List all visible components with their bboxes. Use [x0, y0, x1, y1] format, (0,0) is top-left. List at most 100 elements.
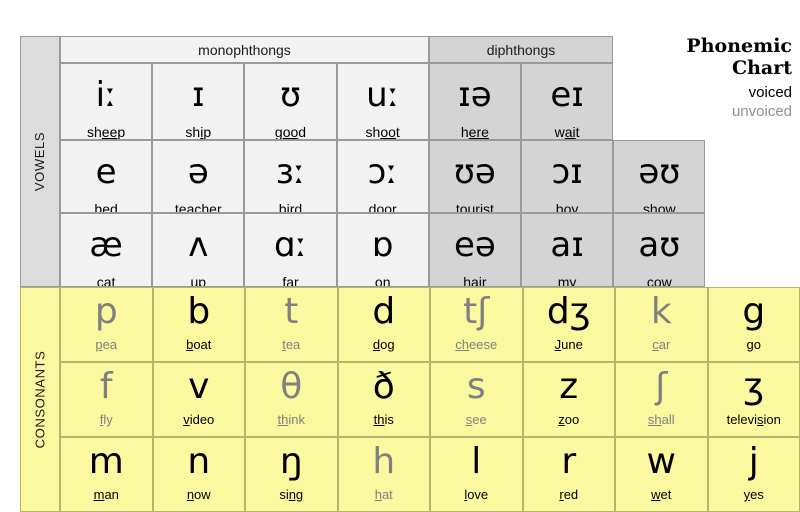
example-word: ship [185, 124, 212, 140]
diphthong-cell[interactable]: ɔɪ boy [521, 140, 614, 213]
phoneme-symbol: ʃ [655, 366, 668, 407]
monophthong-cell[interactable]: æ cat [60, 213, 153, 287]
diphthong-cell[interactable]: eɪ wait [521, 63, 614, 140]
example-word: shoot [365, 124, 400, 140]
monophthong-cell[interactable]: ɜː bird [244, 140, 337, 213]
consonant-cell[interactable]: l love [430, 437, 523, 512]
consonant-cell[interactable]: g go [707, 287, 800, 362]
example-word: good [274, 124, 307, 140]
diphthong-cell[interactable]: aɪ my [521, 213, 614, 287]
consonant-cell[interactable]: k car [615, 287, 708, 362]
consonant-cell[interactable]: n now [152, 437, 245, 512]
example-word: bird [278, 201, 303, 213]
consonant-cell[interactable]: m man [60, 437, 153, 512]
phoneme-symbol: z [559, 366, 579, 407]
phoneme-symbol: θ [280, 366, 303, 407]
phoneme-symbol: j [748, 441, 759, 482]
example-word: cat [96, 274, 116, 287]
diphthong-cell[interactable]: ʊə tourist [428, 140, 521, 213]
consonant-cell[interactable]: z zoo [522, 362, 615, 437]
section-label-vowels-text: VOWELS [32, 131, 48, 192]
phoneme-symbol: r [561, 441, 577, 482]
section-label-consonants: CONSONANTS [20, 287, 60, 512]
phoneme-symbol: ɒ [371, 225, 394, 265]
example-word: June [554, 337, 583, 352]
example-word: wet [651, 487, 672, 502]
example-word: zoo [558, 412, 580, 427]
phoneme-symbol: tʃ [463, 291, 490, 332]
phoneme-symbol: ə [187, 152, 209, 192]
group-header-diphthongs-text: diphthongs [486, 41, 556, 58]
phoneme-symbol: eɪ [550, 75, 584, 115]
phoneme-symbol: f [99, 366, 113, 407]
diphthong-cell[interactable]: aʊ cow [613, 213, 706, 287]
phoneme-symbol: iː [95, 75, 117, 115]
diphthong-cell[interactable]: ɪə here [428, 63, 521, 140]
example-word: video [183, 412, 215, 427]
legend-unvoiced: unvoiced [731, 103, 792, 121]
diphthong-cell[interactable]: eə hair [428, 213, 521, 287]
example-word: pea [95, 337, 118, 352]
example-word: sheep [87, 124, 126, 140]
example-word: bed [94, 201, 118, 213]
consonant-cell[interactable]: p pea [60, 287, 153, 362]
phonemic-chart: VOWELS CONSONANTS monophthongs diphthong… [0, 0, 800, 512]
monophthong-cell[interactable]: ɒ on [336, 213, 429, 287]
example-word: cow [646, 274, 672, 287]
consonant-cell[interactable]: f fly [60, 362, 153, 437]
monophthong-cell[interactable]: ʌ up [152, 213, 245, 287]
monophthong-cell[interactable]: ʊ good [244, 63, 337, 140]
consonant-cell[interactable]: j yes [707, 437, 800, 512]
consonant-cell[interactable]: ʒ television [707, 362, 800, 437]
phoneme-symbol: æ [89, 225, 123, 265]
section-label-vowels: VOWELS [20, 36, 60, 287]
consonant-cell[interactable]: dʒ June [522, 287, 615, 362]
consonant-cell[interactable]: w wet [615, 437, 708, 512]
example-word: yes [743, 487, 764, 502]
consonant-cell[interactable]: ð this [337, 362, 430, 437]
phoneme-symbol: ɔː [367, 152, 398, 192]
example-word: red [559, 487, 579, 502]
example-word: show [642, 201, 676, 213]
consonant-cell[interactable]: b boat [152, 287, 245, 362]
monophthong-cell[interactable]: e bed [60, 140, 153, 213]
monophthong-cell[interactable]: uː shoot [336, 63, 429, 140]
example-word: go [746, 337, 761, 352]
example-word: fly [99, 412, 113, 427]
monophthong-cell[interactable]: ɔː door [336, 140, 429, 213]
consonant-cell[interactable]: r red [522, 437, 615, 512]
phoneme-symbol: aɪ [550, 225, 584, 265]
example-word: cheese [455, 337, 498, 352]
consonant-cell[interactable]: tʃ cheese [430, 287, 523, 362]
example-word: tea [282, 337, 301, 352]
consonant-cell[interactable]: ʃ shall [615, 362, 708, 437]
phoneme-symbol: ɑː [273, 225, 307, 265]
group-header-monophthongs-text: monophthongs [198, 41, 291, 58]
example-word: think [277, 412, 305, 427]
phoneme-symbol: eə [453, 225, 496, 265]
phoneme-symbol: w [646, 441, 676, 482]
phoneme-symbol: t [284, 291, 299, 332]
consonant-cell[interactable]: t tea [245, 287, 338, 362]
consonant-cell[interactable]: h hat [337, 437, 430, 512]
consonant-cell[interactable]: v video [152, 362, 245, 437]
consonant-cell[interactable]: ŋ sing [245, 437, 338, 512]
phoneme-symbol: k [650, 291, 672, 332]
monophthong-cell[interactable]: ɪ ship [152, 63, 245, 140]
phoneme-symbol: e [95, 152, 117, 192]
consonant-cell[interactable]: θ think [245, 362, 338, 437]
monophthong-cell[interactable]: ə teacher [152, 140, 245, 213]
example-word: see [465, 412, 487, 427]
monophthong-cell[interactable]: ɑː far [244, 213, 337, 287]
phoneme-symbol: ʌ [188, 225, 209, 265]
monophthong-cell[interactable]: iː sheep [60, 63, 153, 140]
example-word: car [652, 337, 671, 352]
section-label-consonants-text: CONSONANTS [32, 350, 48, 449]
example-word: far [282, 274, 299, 287]
consonant-cell[interactable]: d dog [337, 287, 430, 362]
example-word: this [373, 412, 394, 427]
consonant-cell[interactable]: s see [430, 362, 523, 437]
example-word: hair [463, 274, 487, 287]
diphthong-cell[interactable]: əʊ show [613, 140, 706, 213]
phoneme-symbol: ɪ [191, 75, 205, 115]
